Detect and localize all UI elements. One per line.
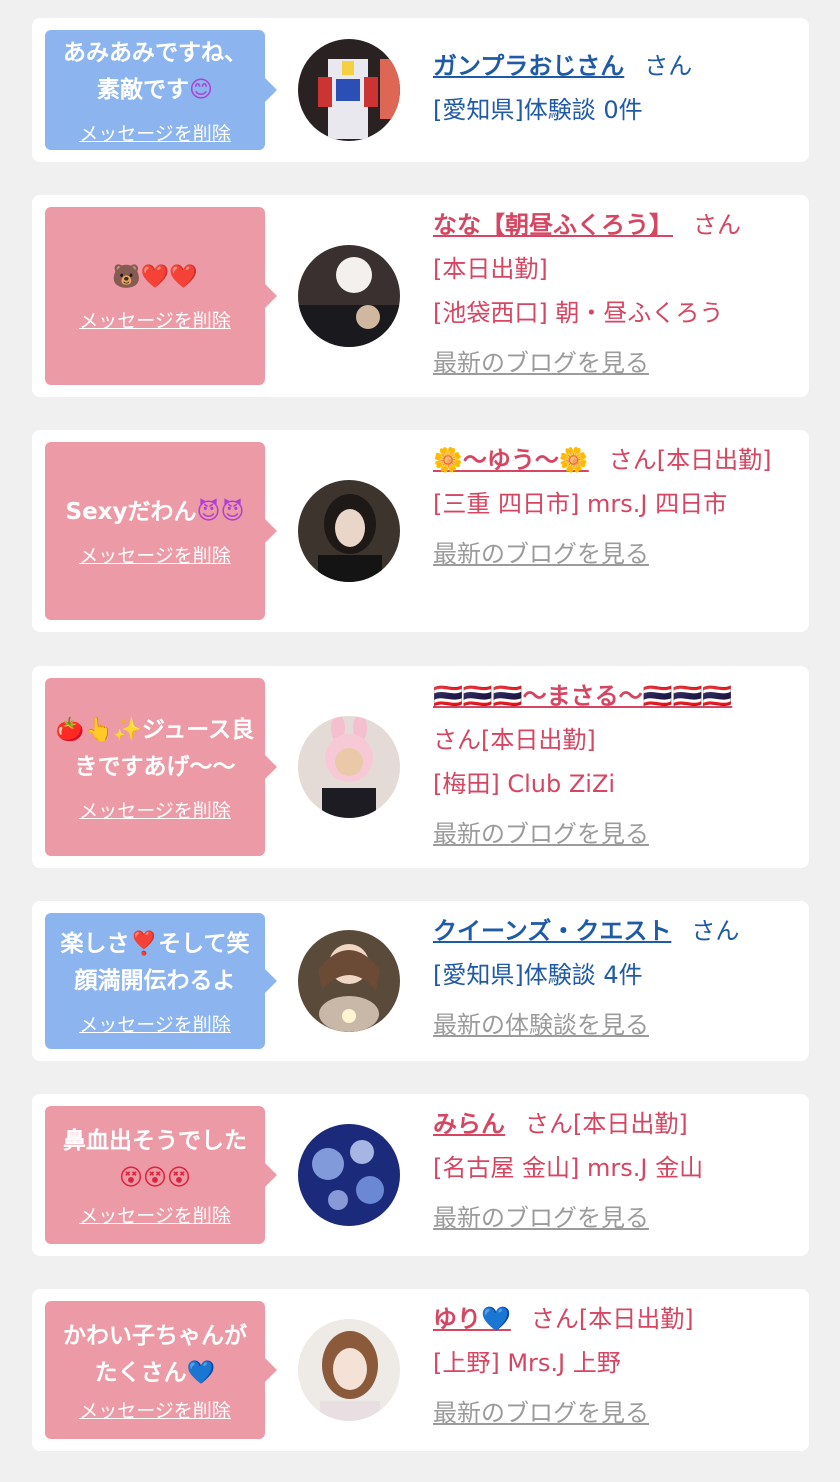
message-text: 楽しさ❣️そして笑顔満開伝わるよ <box>60 930 250 994</box>
jellyfish-icon <box>298 1124 400 1226</box>
user-detail: [愛知県]体験談 4件 <box>433 961 643 989</box>
blog-link[interactable]: 最新のブログを見る <box>433 1399 649 1427</box>
honorific: さん <box>693 211 741 239</box>
user-name-link[interactable]: みらん <box>433 1110 505 1138</box>
user-info: なな【朝昼ふくろう】 さん [本日出勤] [池袋西口] 朝・昼ふくろう 最新のブロ… <box>433 203 789 385</box>
honorific: さん[本日出勤] <box>608 446 772 474</box>
user-detail: [池袋西口] 朝・昼ふくろう <box>433 299 724 327</box>
bunny-hood-icon <box>298 716 400 818</box>
message-bubble: 楽しさ❣️そして笑顔満開伝わるよ メッセージを削除 <box>45 913 277 1049</box>
user-name-link[interactable]: ゆり💙 <box>433 1305 511 1333</box>
gundam-figure-icon <box>298 39 400 141</box>
delete-message-link[interactable]: メッセージを削除 <box>79 119 231 146</box>
user-avatar[interactable] <box>298 245 400 347</box>
user-name-link[interactable]: なな【朝昼ふくろう】 <box>433 211 673 239</box>
message-card: 🍅👆✨ジュース良きですあげ〜〜 メッセージを削除 🇹🇭🇹🇭🇹🇭〜まさる〜🇹🇭🇹🇭… <box>32 666 809 868</box>
honorific: さん[本日出勤] <box>530 1305 694 1333</box>
message-card: 🐻❤️❤️ メッセージを削除 なな【朝昼ふくろう】 さん [本日出勤] [池袋西口… <box>32 195 809 397</box>
message-card: Sexyだわん😈😈 メッセージを削除 🌼〜ゆう〜🌼 さん[本日出勤] [三重 四日… <box>32 430 809 632</box>
blog-link[interactable]: 最新のブログを見る <box>433 540 649 568</box>
blog-link[interactable]: 最新のブログを見る <box>433 820 649 848</box>
user-avatar[interactable] <box>298 480 400 582</box>
user-info: 🌼〜ゆう〜🌼 さん[本日出勤] [三重 四日市] mrs.J 四日市 最新のブログ… <box>433 438 789 576</box>
blog-link[interactable]: 最新のブログを見る <box>433 349 649 377</box>
user-detail: [上野] Mrs.J 上野 <box>433 1349 621 1377</box>
user-info: ゆり💙 さん[本日出勤] [上野] Mrs.J 上野 最新のブログを見る <box>433 1297 789 1435</box>
user-avatar[interactable] <box>298 1124 400 1226</box>
delete-message-link[interactable]: メッセージを削除 <box>79 1396 231 1423</box>
message-text: あみあみですね、素敵です😊 <box>63 39 247 103</box>
honorific: さん <box>691 917 740 945</box>
emoji: 🐻❤️❤️ <box>112 264 198 290</box>
delete-message-link[interactable]: メッセージを削除 <box>79 1010 231 1037</box>
message-bubble: あみあみですね、素敵です😊 メッセージを削除 <box>45 30 277 150</box>
message-card: あみあみですね、素敵です😊 メッセージを削除 ガンプラおじさん さん [愛知県]体… <box>32 18 809 162</box>
emoji: 🍅👆✨ <box>55 716 142 743</box>
user-info: 🇹🇭🇹🇭🇹🇭〜まさる〜🇹🇭🇹🇭🇹🇭 さん[本日出勤] [梅田] Club ZiZ… <box>433 674 789 856</box>
emoji: 😈😈 <box>196 499 245 525</box>
user-detail: [愛知県]体験談 0件 <box>433 96 643 124</box>
user-avatar[interactable] <box>298 1319 400 1421</box>
message-card: かわい子ちゃんがたくさん💙 メッセージを削除 ゆり💙 さん[本日出勤] [上野] … <box>32 1289 809 1451</box>
user-detail: [三重 四日市] mrs.J 四日市 <box>433 490 728 518</box>
honorific: さん[本日出勤] <box>525 1110 688 1138</box>
message-text: 🍅👆✨ジュース良きですあげ〜〜 <box>55 716 255 780</box>
user-name-link[interactable]: 🇹🇭🇹🇭🇹🇭〜まさる〜🇹🇭🇹🇭🇹🇭 <box>433 682 732 710</box>
message-bubble: 🍅👆✨ジュース良きですあげ〜〜 メッセージを削除 <box>45 678 277 856</box>
girl-photo-icon <box>298 1319 400 1421</box>
user-detail: [本日出勤] <box>433 255 548 283</box>
user-info: ガンプラおじさん さん [愛知県]体験談 0件 <box>433 44 789 132</box>
emoji: 😊 <box>189 76 213 103</box>
user-avatar[interactable] <box>298 930 400 1032</box>
message-bubble: Sexyだわん😈😈 メッセージを削除 <box>45 442 277 620</box>
user-name-link[interactable]: クイーンズ・クエスト <box>433 917 671 945</box>
girl-photo-icon <box>298 480 400 582</box>
user-name-link[interactable]: ガンプラおじさん <box>433 52 624 80</box>
delete-message-link[interactable]: メッセージを削除 <box>79 541 231 568</box>
review-link[interactable]: 最新の体験談を見る <box>433 1011 649 1039</box>
user-info: みらん さん[本日出勤] [名古屋 金山] mrs.J 金山 最新のブログを見る <box>433 1102 789 1240</box>
delete-message-link[interactable]: メッセージを削除 <box>79 796 231 823</box>
user-detail: [梅田] Club ZiZi <box>433 770 616 798</box>
message-bubble: 鼻血出そうでした 😵😵😵 メッセージを削除 <box>45 1106 277 1244</box>
message-text: 🐻❤️❤️ <box>112 259 198 296</box>
girl-photo-icon <box>298 245 400 347</box>
fantasy-girl-icon <box>298 930 400 1032</box>
user-avatar[interactable] <box>298 716 400 818</box>
user-info: クイーンズ・クエスト さん [愛知県]体験談 4件 最新の体験談を見る <box>433 909 789 1047</box>
emoji: 😵😵😵 <box>119 1164 191 1191</box>
message-text: かわい子ちゃんがたくさん💙 <box>63 1322 247 1386</box>
delete-message-link[interactable]: メッセージを削除 <box>79 306 231 333</box>
message-bubble: かわい子ちゃんがたくさん💙 メッセージを削除 <box>45 1301 277 1439</box>
user-avatar[interactable] <box>298 39 400 141</box>
user-name-link[interactable]: 🌼〜ゆう〜🌼 <box>433 446 589 474</box>
delete-message-link[interactable]: メッセージを削除 <box>79 1201 231 1228</box>
message-text: 鼻血出そうでした 😵😵😵 <box>63 1127 247 1191</box>
message-card: 楽しさ❣️そして笑顔満開伝わるよ メッセージを削除 クイーンズ・クエスト さん [… <box>32 901 809 1061</box>
honorific: さん[本日出勤] <box>433 726 596 754</box>
honorific: さん <box>644 52 693 80</box>
message-text: Sexyだわん😈😈 <box>65 499 245 525</box>
message-card: 鼻血出そうでした 😵😵😵 メッセージを削除 みらん さん[本日出勤] [名古屋 金山… <box>32 1094 809 1256</box>
message-bubble: 🐻❤️❤️ メッセージを削除 <box>45 207 277 385</box>
blog-link[interactable]: 最新のブログを見る <box>433 1204 649 1232</box>
user-detail: [名古屋 金山] mrs.J 金山 <box>433 1154 704 1182</box>
